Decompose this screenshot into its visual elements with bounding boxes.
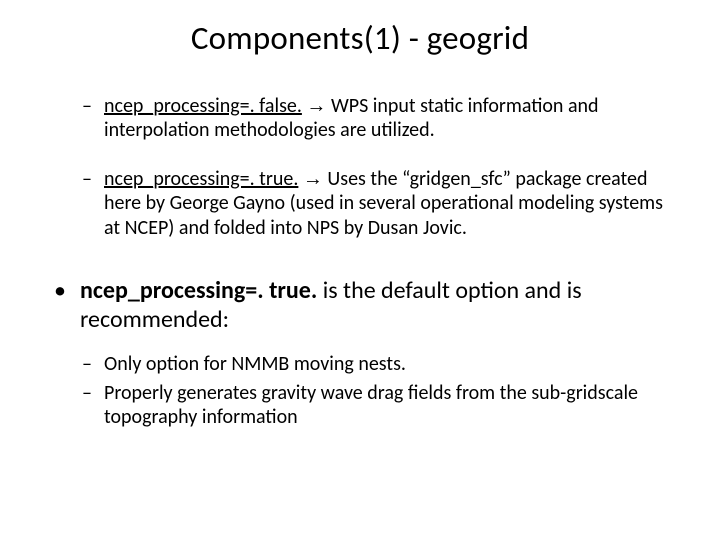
slide: Components(1) - geogrid – ncep_processin… [0, 0, 720, 540]
bullet-top: • ncep_processing=. true. is the default… [54, 276, 674, 335]
bullet-label: ncep_processing=. true. [104, 167, 298, 191]
slide-title: Components(1) - geogrid [0, 18, 720, 58]
bullet-bold: ncep_processing=. true. [80, 276, 317, 305]
arrow-icon: → [303, 168, 323, 190]
arrow-icon: → [306, 95, 326, 117]
bullet-sub: – Only option for NMMB moving nests. [54, 352, 674, 376]
bullet-sub: – ncep_processing=. false. → WPS input s… [54, 94, 674, 143]
dash-icon: – [54, 94, 104, 143]
slide-body: – ncep_processing=. false. → WPS input s… [54, 94, 674, 434]
dot-icon: • [54, 276, 80, 335]
bullet-text: ncep_processing=. true. → Uses the “grid… [104, 167, 674, 240]
bullet-text: Only option for NMMB moving nests. [104, 352, 674, 376]
bullet-text: ncep_processing=. true. is the default o… [80, 276, 674, 335]
bullet-text: ncep_processing=. false. → WPS input sta… [104, 94, 674, 143]
bullet-sub: – Properly generates gravity wave drag f… [54, 381, 674, 430]
bullet-label: ncep_processing=. false. [104, 94, 302, 118]
bullet-sub: – ncep_processing=. true. → Uses the “gr… [54, 167, 674, 240]
dash-icon: – [54, 167, 104, 240]
dash-icon: – [54, 381, 104, 430]
dash-icon: – [54, 352, 104, 376]
bullet-text: Properly generates gravity wave drag fie… [104, 381, 674, 430]
